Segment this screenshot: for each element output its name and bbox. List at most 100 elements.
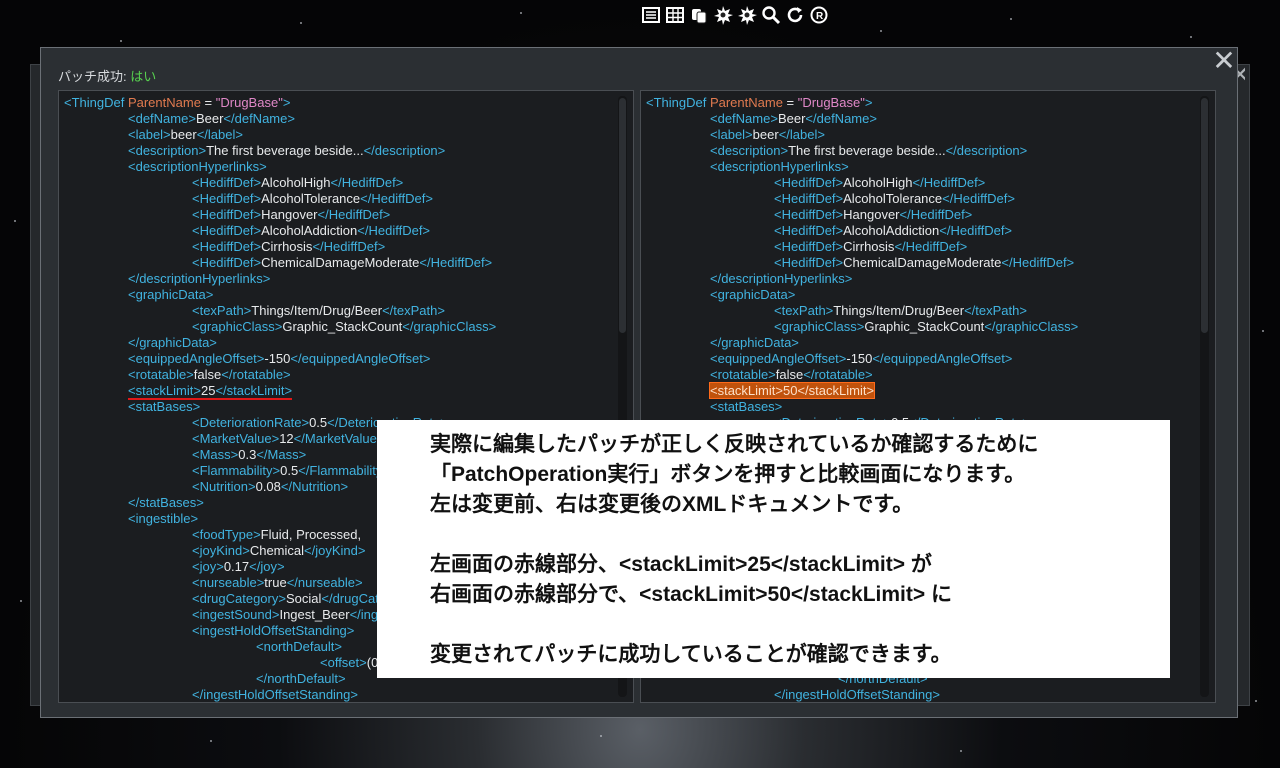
- xml-line-content: </descriptionHyperlinks>: [128, 271, 270, 286]
- xml-token-tag: </texPath>: [382, 303, 445, 318]
- xml-line-content: <Nutrition>0.08</Nutrition>: [192, 479, 348, 494]
- xml-token-tag: </joyKind>: [304, 543, 366, 558]
- close-icon[interactable]: ✕: [1211, 47, 1237, 75]
- xml-token-txt: Things/Item/Drug/Beer: [251, 303, 383, 318]
- xml-line: <rotatable>false</rotatable>: [64, 367, 615, 383]
- search-icon[interactable]: [760, 4, 782, 26]
- xml-token-tag: </HediffDef>: [419, 255, 493, 270]
- xml-token-tag: </label>: [778, 127, 825, 142]
- xml-line-content: <nurseable>true</nurseable>: [192, 575, 363, 590]
- xml-token-txt: Ingest_Beer: [279, 607, 350, 622]
- xml-token-tag: </graphicClass>: [402, 319, 497, 334]
- xml-token-tag: </HediffDef>: [317, 207, 391, 222]
- xml-token-txt: Things/Item/Drug/Beer: [833, 303, 965, 318]
- xml-line: <graphicClass>Graphic_StackCount</graphi…: [64, 319, 615, 335]
- xml-line-content: <graphicClass>Graphic_StackCount</graphi…: [192, 319, 496, 334]
- xml-token-tag: <offset>: [320, 655, 367, 670]
- xml-line: <description>The first beverage beside..…: [646, 143, 1197, 159]
- xml-token-txt: Chemical: [249, 543, 305, 558]
- note-line: 左は変更前、右は変更後のXMLドキュメントです。: [430, 493, 914, 516]
- xml-line-content: <Flammability>0.5</Flammability>: [192, 463, 390, 478]
- xml-line: <ThingDef ParentName = "DrugBase">: [646, 95, 1197, 111]
- xml-token-tag: <HediffDef>: [192, 175, 262, 190]
- xml-line: <graphicClass>Graphic_StackCount</graphi…: [646, 319, 1197, 335]
- xml-token-tag: <nurseable>: [192, 575, 265, 590]
- xml-token-txt: 0.08: [255, 479, 281, 494]
- xml-token-txt: Social: [285, 591, 322, 606]
- xml-token-tag: <HediffDef>: [774, 223, 844, 238]
- list-icon[interactable]: [640, 4, 662, 26]
- refresh-icon[interactable]: [784, 4, 806, 26]
- xml-token-tag: <Flammability>: [192, 463, 281, 478]
- xml-line: <stackLimit>50</stackLimit>: [646, 382, 1197, 399]
- copy-icon[interactable]: [688, 4, 710, 26]
- scrollbar-right[interactable]: [1200, 96, 1209, 697]
- xml-token-tag: </HediffDef>: [357, 223, 431, 238]
- xml-line-content: <description>The first beverage beside..…: [128, 143, 445, 158]
- note-line: 左画面の赤線部分、<stackLimit>25</stackLimit> が: [430, 553, 932, 576]
- xml-token-tag: <joyKind>: [192, 543, 250, 558]
- xml-line: </graphicData>: [64, 335, 615, 351]
- xml-line: </descriptionHyperlinks>: [64, 271, 615, 287]
- xml-token-txt: false: [775, 367, 804, 382]
- svg-text:R: R: [816, 11, 824, 22]
- xml-token-txt: Cirrhosis: [261, 239, 313, 254]
- xml-token-txt: ChemicalDamageModerate: [843, 255, 1002, 270]
- xml-token-tag: </HediffDef>: [360, 191, 433, 206]
- restart-icon[interactable]: R: [808, 4, 830, 26]
- xml-token-txt: Graphic_StackCount: [864, 319, 985, 334]
- xml-token-txt: The first beverage beside...: [206, 143, 364, 158]
- xml-line-content: <foodType>Fluid, Processed,: [192, 527, 365, 542]
- xml-token-tag: <ingestible>: [128, 511, 199, 526]
- xml-token-tag: <HediffDef>: [192, 207, 262, 222]
- note-line: 変更されてパッチに成功していることが確認できます。: [430, 643, 952, 666]
- xml-token-tag: </HediffDef>: [1001, 255, 1075, 270]
- xml-token-txt: 50: [782, 383, 798, 398]
- xml-line: <equippedAngleOffset>-150</equippedAngle…: [646, 351, 1197, 367]
- xml-token-attr: ParentName: [709, 95, 783, 110]
- xml-line: <stackLimit>25</stackLimit>: [64, 383, 615, 400]
- xml-token-tag: <ingestSound>: [192, 607, 280, 622]
- xml-line-content: <equippedAngleOffset>-150</equippedAngle…: [128, 351, 430, 366]
- xml-token-txt: The first beverage beside...: [788, 143, 946, 158]
- patch-status-label: パッチ成功:: [58, 69, 127, 84]
- xml-line-content: <rotatable>false</rotatable>: [710, 367, 873, 382]
- xml-line: <label>beer</label>: [646, 127, 1197, 143]
- xml-line-content: <ThingDef ParentName = "DrugBase">: [64, 95, 290, 110]
- xml-token-txt: 0.5: [280, 463, 299, 478]
- xml-line-content: <descriptionHyperlinks>: [128, 159, 267, 174]
- xml-token-tag: <HediffDef>: [774, 207, 844, 222]
- patch-status: パッチ成功: はい: [58, 66, 156, 85]
- xml-line-content: <statBases>: [128, 399, 200, 414]
- table-icon[interactable]: [664, 4, 686, 26]
- xml-token-txt: =: [200, 95, 216, 110]
- xml-line: <descriptionHyperlinks>: [646, 159, 1197, 175]
- xml-token-tag: </stackLimit>: [797, 383, 875, 398]
- xml-token-tag: </description>: [363, 143, 446, 158]
- xml-token-tag: </HediffDef>: [942, 191, 1015, 206]
- xml-token-tag: </joy>: [249, 559, 285, 574]
- xml-line-content: <graphicData>: [128, 287, 213, 302]
- xml-line-content: <HediffDef>ChemicalDamageModerate</Hedif…: [774, 255, 1074, 270]
- scrollbar-thumb[interactable]: [1201, 98, 1208, 333]
- xml-token-tag: </HediffDef>: [939, 223, 1013, 238]
- xml-line-content: </northDefault>: [256, 671, 346, 686]
- xml-token-tag: <statBases>: [710, 399, 783, 414]
- xml-line-content: <HediffDef>Cirrhosis</HediffDef>: [192, 239, 385, 254]
- gear-star-icon[interactable]: [736, 4, 758, 26]
- xml-token-tag: </MarketValue>: [293, 431, 385, 446]
- xml-line: <HediffDef>ChemicalDamageModerate</Hedif…: [646, 255, 1197, 271]
- xml-line: <HediffDef>ChemicalDamageModerate</Hedif…: [64, 255, 615, 271]
- xml-token-tag: </HediffDef>: [899, 207, 973, 222]
- xml-token-tag: >: [282, 95, 291, 110]
- xml-line-content: <HediffDef>Cirrhosis</HediffDef>: [774, 239, 967, 254]
- scrollbar-thumb[interactable]: [619, 98, 626, 333]
- xml-token-tag: <HediffDef>: [774, 239, 844, 254]
- xml-line-content: <label>beer</label>: [710, 127, 825, 142]
- xml-line-content: <description>The first beverage beside..…: [710, 143, 1027, 158]
- xml-line: <texPath>Things/Item/Drug/Beer</texPath>: [646, 303, 1197, 319]
- xml-token-tag: <label>: [128, 127, 171, 142]
- xml-token-txt: true: [264, 575, 287, 590]
- xml-token-txt: AlcoholHigh: [843, 175, 913, 190]
- gear-star-icon[interactable]: [712, 4, 734, 26]
